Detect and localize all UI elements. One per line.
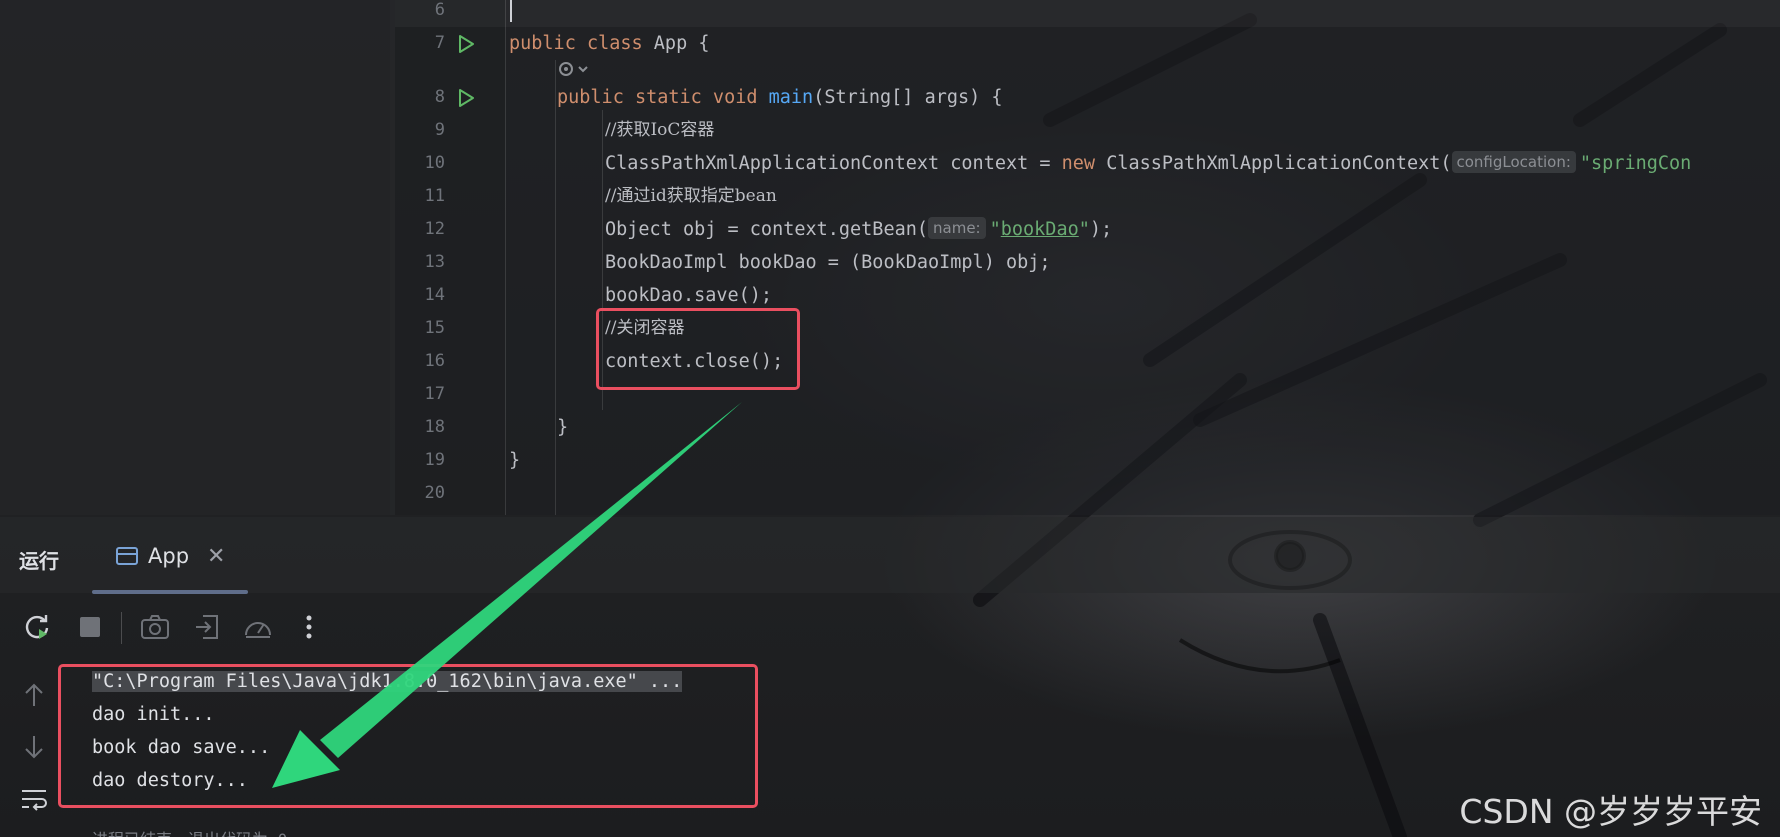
arrow-shaft [320, 402, 742, 758]
screenshot-root: 6 7 public class App { 8 public static v… [0, 0, 1780, 837]
annotation-arrow [272, 402, 742, 788]
watermark: CSDN @岁岁岁平安 [1459, 792, 1762, 831]
